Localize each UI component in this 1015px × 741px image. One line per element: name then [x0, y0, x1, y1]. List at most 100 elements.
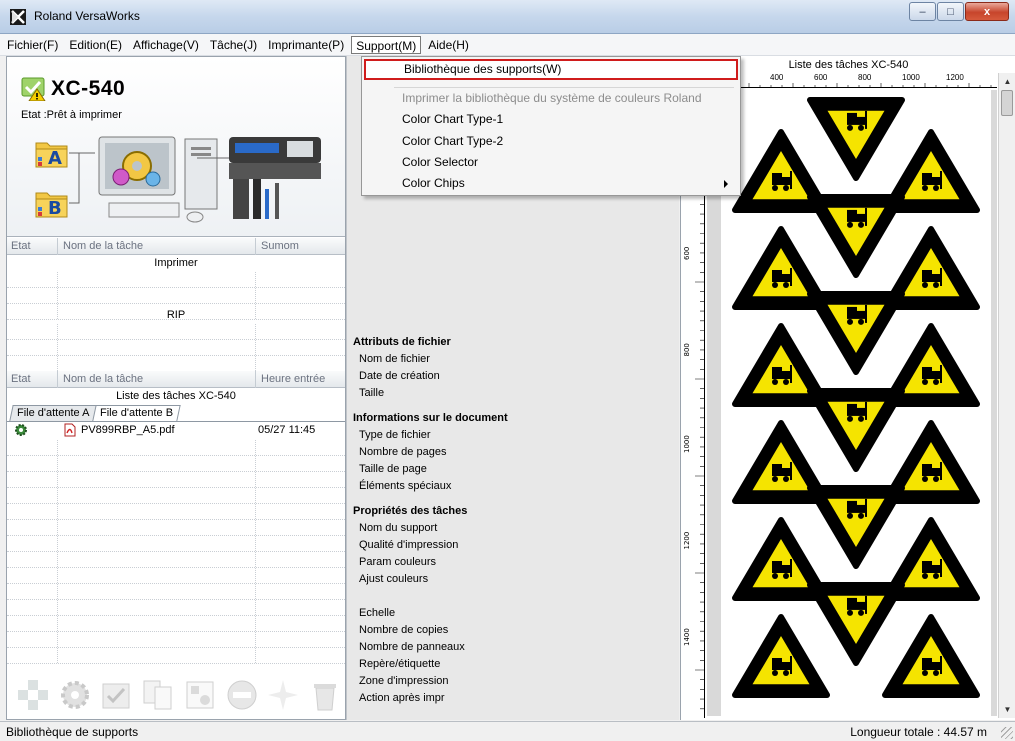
menu-item-color-chips[interactable]: Color Chips [364, 173, 738, 194]
menu-item-color-chart-type-1[interactable]: Color Chart Type-1 [364, 109, 738, 130]
column-entry-time: Heure entrée [261, 373, 326, 385]
delete-button[interactable] [305, 675, 345, 715]
job-row[interactable]: PV899RBP_A5.pdf 05/27 11:45 [7, 422, 345, 439]
minimize-icon: – [919, 5, 926, 18]
maximize-button[interactable]: □ [937, 2, 964, 21]
menu-file[interactable]: Fichier(F) [3, 36, 62, 54]
queue-tabs: File d'attente A File d'attente B [9, 405, 182, 421]
property-label: Qualité d'impression [359, 539, 459, 551]
tab-queue-b[interactable]: File d'attente B [92, 405, 182, 421]
media-sheet [721, 90, 991, 716]
printer-device-icon [229, 137, 321, 219]
document-info-heading: Informations sur le document [353, 412, 508, 424]
star-icon [268, 680, 299, 710]
property-label: Action après impr [359, 692, 445, 704]
cut-button[interactable] [264, 675, 304, 715]
ruler-label: 1000 [902, 73, 920, 82]
pdf-file-icon [64, 423, 76, 437]
column-job-name: Nom de la tâche [63, 240, 144, 252]
svg-text:A: A [48, 148, 62, 169]
warning-sign-inverted [807, 388, 905, 472]
property-label: Nombre de copies [359, 624, 449, 636]
menu-job[interactable]: Tâche(J) [206, 36, 261, 54]
queue-a-folder-icon[interactable]: A [35, 137, 69, 169]
property-label: Zone d'impression [359, 675, 449, 687]
maximize-icon: □ [947, 5, 954, 18]
rip-queue-rows[interactable] [7, 324, 345, 372]
cancel-job-button[interactable] [222, 675, 262, 715]
menu-view[interactable]: Affichage(V) [129, 36, 203, 54]
menu-item-color-chart-type-2[interactable]: Color Chart Type-2 [364, 131, 738, 152]
job-settings-button[interactable] [97, 675, 137, 715]
ruler-label: 1200 [946, 73, 964, 82]
ruler-label: 400 [770, 73, 784, 82]
property-label: Taille de page [359, 463, 427, 475]
gear-icon [60, 681, 89, 709]
close-button[interactable]: x [965, 2, 1009, 21]
scroll-down-icon[interactable]: ▼ [999, 701, 1015, 718]
job-list-header: Etat Nom de la tâche Heure entrée [7, 371, 345, 388]
ruler-label: 1000 [683, 435, 691, 453]
warning-sign-inverted [807, 97, 905, 181]
rip-computer-icon [98, 136, 218, 223]
menu-item-label: Color Chips [402, 176, 465, 190]
job-properties-heading: Propriétés des tâches [353, 505, 468, 517]
minimize-button[interactable]: – [909, 2, 936, 21]
checkerboard-icon [17, 680, 48, 710]
check-document-icon [102, 683, 130, 709]
rip-print-button[interactable] [13, 675, 53, 715]
scroll-up-icon[interactable]: ▲ [999, 73, 1015, 90]
printer-status-area: XC-540 Etat :Prêt à imprimer A B [7, 57, 345, 237]
window-title: Roland VersaWorks [34, 9, 140, 23]
tab-queue-a[interactable]: File d'attente A [9, 405, 98, 421]
property-label: Echelle [359, 607, 396, 619]
duplicate-button[interactable] [138, 675, 178, 715]
ruler-label: 600 [683, 247, 691, 260]
queue-b-folder-icon[interactable]: B [35, 187, 69, 219]
menu-item-color-selector[interactable]: Color Selector [364, 152, 738, 173]
job-entry-time: 05/27 11:45 [258, 424, 316, 436]
menu-edit[interactable]: Edition(E) [65, 36, 126, 54]
horizontal-ruler: 200 400 600 800 1000 1200 [705, 73, 997, 88]
property-label: Nom de fichier [359, 353, 430, 365]
warning-sign-array [732, 97, 980, 698]
rip-section-title: RIP [166, 309, 186, 321]
warning-sign-inverted [807, 291, 905, 375]
preview-scrollbar[interactable]: ▲ ▼ [998, 73, 1015, 718]
menu-printer[interactable]: Imprimante(P) [264, 36, 348, 54]
ruler-label: 600 [814, 73, 828, 82]
property-label: Nombre de pages [359, 446, 447, 458]
ruler-label: 800 [858, 73, 872, 82]
property-label: Nombre de panneaux [359, 641, 465, 653]
property-label: Éléments spéciaux [359, 480, 452, 492]
ruler-label: 800 [683, 343, 691, 356]
rip-button[interactable] [55, 675, 95, 715]
warning-sign-inverted [807, 485, 905, 569]
property-label: Nom du support [359, 522, 438, 534]
file-attributes-heading: Attributs de fichier [353, 336, 451, 348]
job-list-title: Liste des tâches XC-540 [116, 390, 236, 402]
property-label: Repère/étiquette [359, 658, 441, 670]
property-label: Param couleurs [359, 556, 437, 568]
column-job-name: Nom de la tâche [63, 373, 144, 385]
menu-item-print-roland-library[interactable]: Imprimer la bibliothèque du système de c… [364, 88, 738, 109]
print-preview-canvas[interactable] [707, 90, 997, 716]
job-toolbar [7, 671, 345, 719]
column-status: Etat [11, 373, 31, 385]
menu-item-media-library[interactable]: Bibliothèque des supports(W) [364, 59, 738, 80]
job-file-name: PV899RBP_A5.pdf [81, 424, 175, 436]
nest-layout-icon [186, 681, 214, 709]
warning-sign [732, 614, 830, 698]
total-length: Longueur totale : 44.57 m [850, 725, 987, 739]
menu-media[interactable]: Support(M) [351, 35, 422, 54]
svg-text:B: B [48, 198, 62, 219]
queue-connector-lines [69, 152, 95, 204]
column-status: Etat [11, 240, 31, 252]
warning-sign-inverted [807, 582, 905, 666]
menu-help[interactable]: Aide(H) [424, 36, 473, 54]
property-label: Date de création [359, 370, 440, 382]
media-menu-dropdown: Bibliothèque des supports(W) Imprimer la… [361, 56, 741, 196]
resize-grip-icon[interactable] [1001, 727, 1013, 739]
nest-button[interactable] [180, 675, 220, 715]
scroll-thumb[interactable] [1001, 90, 1013, 116]
